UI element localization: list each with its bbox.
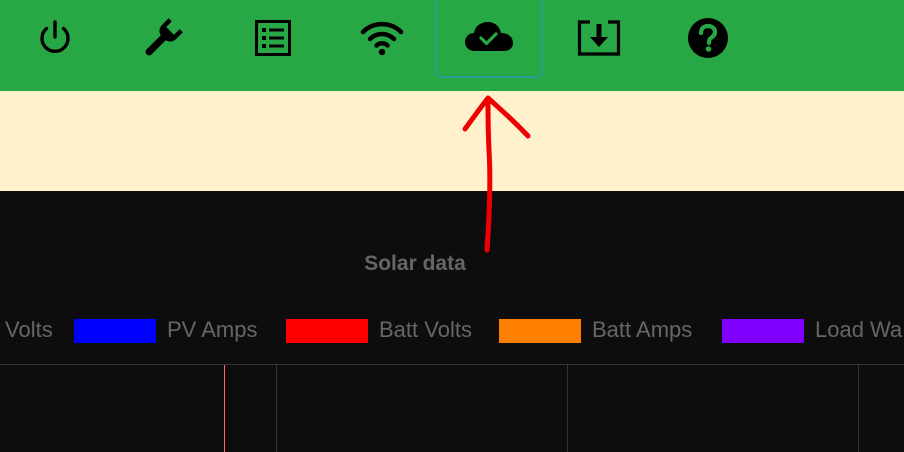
legend-label: Batt Volts xyxy=(379,317,472,342)
legend-swatch-purple xyxy=(722,319,804,343)
list-icon xyxy=(255,20,291,56)
power-icon xyxy=(40,20,70,54)
help-icon xyxy=(688,18,728,58)
chart-title: Solar data xyxy=(364,252,466,275)
app-page: Solar data Volts PV Amps Batt Volts Batt… xyxy=(0,0,904,452)
log-button[interactable] xyxy=(219,0,327,76)
help-button[interactable] xyxy=(654,0,762,76)
legend-label: Volts xyxy=(5,317,53,342)
legend-label: Load Wa xyxy=(815,317,903,342)
legend-label: Batt Amps xyxy=(592,317,693,342)
download-button[interactable] xyxy=(545,0,653,76)
legend-swatch-blue xyxy=(74,319,156,343)
power-button[interactable] xyxy=(1,0,109,76)
grid-line xyxy=(858,365,859,452)
wrench-icon xyxy=(145,18,183,56)
grid-line xyxy=(276,365,277,452)
legend-label: PV Amps xyxy=(167,317,258,342)
notification-banner xyxy=(0,91,904,191)
wifi-icon xyxy=(360,21,404,56)
time-marker-line xyxy=(224,365,225,452)
top-toolbar xyxy=(0,0,904,91)
grid-line xyxy=(567,365,568,452)
cloud-sync-button[interactable] xyxy=(435,0,543,78)
chart-plot-area[interactable] xyxy=(0,364,904,452)
settings-button[interactable] xyxy=(109,0,217,76)
cloud-check-icon xyxy=(465,22,513,51)
legend-swatch-orange xyxy=(499,319,581,343)
legend-swatch-red xyxy=(286,319,368,343)
download-icon xyxy=(577,20,621,56)
wifi-button[interactable] xyxy=(328,0,436,76)
